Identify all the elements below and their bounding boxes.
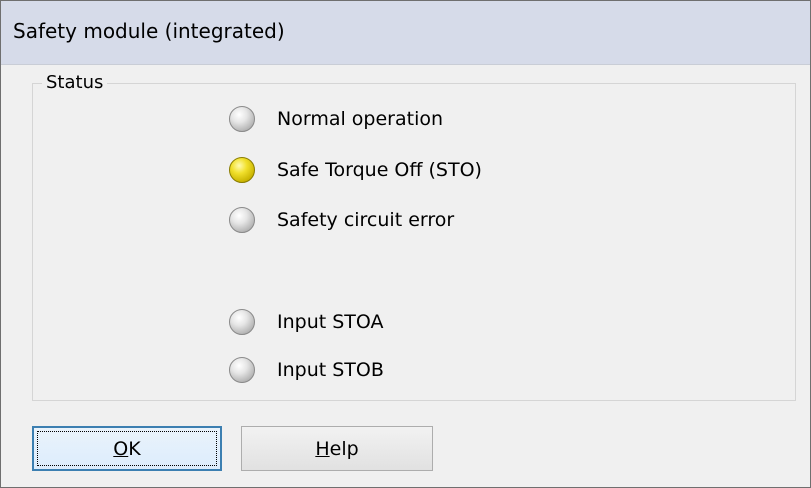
title-bar[interactable]: Safety module (integrated) <box>1 1 810 65</box>
input-stob-led-icon <box>229 357 255 383</box>
status-row-input-stob: Input STOB <box>229 355 384 385</box>
safety-circuit-error-led-icon <box>229 207 255 233</box>
status-row-safe-torque-off: Safe Torque Off (STO) <box>229 155 482 185</box>
status-group-label: Status <box>42 72 108 93</box>
safe-torque-off-led-icon <box>229 157 255 183</box>
status-row-safety-circuit-error: Safety circuit error <box>229 205 454 235</box>
help-button-label: Help <box>315 437 359 460</box>
input-stoa-led-icon <box>229 309 255 335</box>
input-stoa-label: Input STOA <box>277 311 384 333</box>
dialog-window: Safety module (integrated) Status Normal… <box>0 0 811 488</box>
status-row-normal-operation: Normal operation <box>229 104 443 134</box>
safety-circuit-error-label: Safety circuit error <box>277 209 455 231</box>
help-button[interactable]: Help <box>241 426 433 471</box>
normal-operation-led-icon <box>229 106 255 132</box>
focus-rectangle <box>37 431 217 466</box>
status-row-input-stoa: Input STOA <box>229 307 384 337</box>
ok-button[interactable]: OK <box>32 426 222 471</box>
input-stob-label: Input STOB <box>277 359 384 381</box>
window-title: Safety module (integrated) <box>13 19 285 43</box>
normal-operation-label: Normal operation <box>277 108 444 130</box>
safe-torque-off-label: Safe Torque Off (STO) <box>277 159 482 181</box>
